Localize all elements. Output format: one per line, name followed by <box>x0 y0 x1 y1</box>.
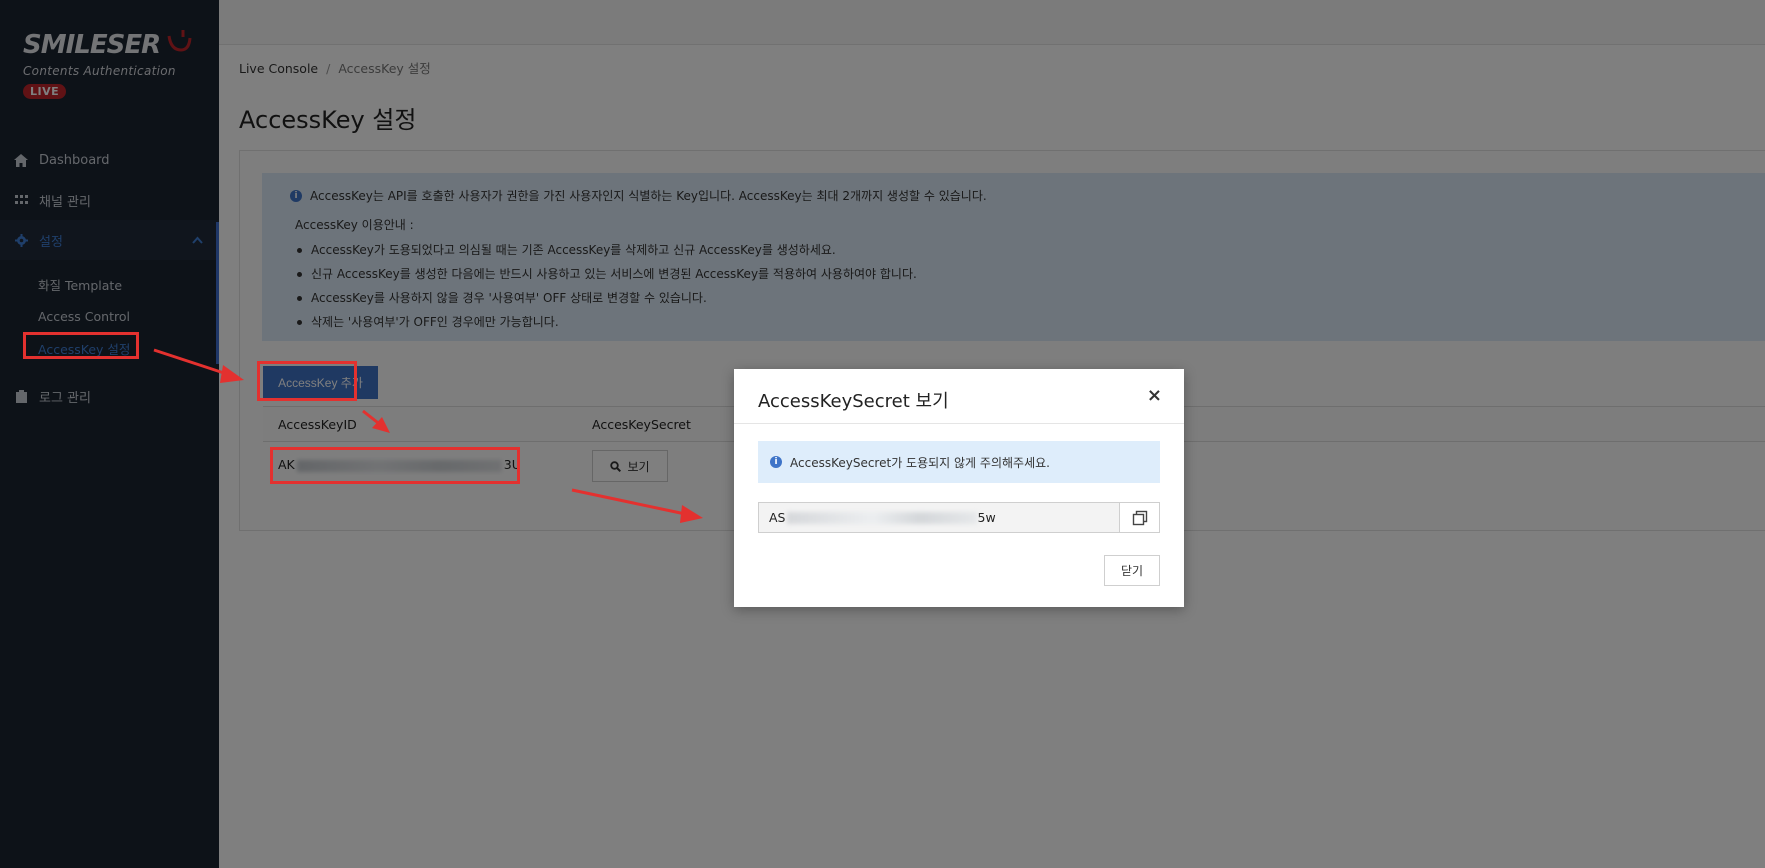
secret-field[interactable]: AS 5w <box>758 502 1160 533</box>
redacted-blur <box>786 511 977 524</box>
copy-button[interactable] <box>1119 503 1159 532</box>
accesskey-secret-modal: AccessKeySecret 보기 × i AccessKeySecret가 … <box>734 369 1184 607</box>
copy-icon <box>1132 510 1147 525</box>
modal-alert: i AccessKeySecret가 도용되지 않게 주의해주세요. <box>758 441 1160 483</box>
modal-close-button[interactable]: 닫기 <box>1104 555 1160 586</box>
modal-title: AccessKeySecret 보기 <box>758 391 949 412</box>
close-icon[interactable]: × <box>1147 385 1162 406</box>
secret-prefix: AS <box>769 510 786 525</box>
secret-suffix: 5w <box>977 510 996 525</box>
modal-divider <box>734 423 1184 424</box>
secret-value[interactable]: AS 5w <box>759 510 1119 525</box>
annotation-box-sidebar-accesskey <box>23 332 139 359</box>
annotation-box-add-button <box>257 361 357 401</box>
info-icon: i <box>770 456 782 468</box>
modal-alert-text: AccessKeySecret가 도용되지 않게 주의해주세요. <box>790 455 1050 470</box>
annotation-box-accesskey-id <box>270 447 520 484</box>
